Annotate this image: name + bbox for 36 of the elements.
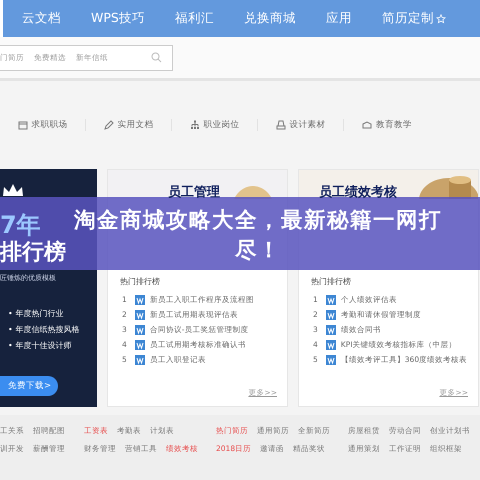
- card-heading: 员工绩效考核: [319, 184, 397, 202]
- document-icon: [326, 324, 336, 334]
- crown-icon: [2, 182, 24, 197]
- banner-bullet: • 年度热门行业: [7, 308, 64, 320]
- pen-icon: [104, 120, 114, 130]
- document-icon: [134, 354, 145, 364]
- nav-link[interactable]: 云文档: [7, 9, 76, 28]
- document-icon: [134, 340, 145, 350]
- list-title: 热门排行榜: [311, 276, 352, 288]
- nav-link[interactable]: WPS技巧: [76, 9, 160, 28]
- card-heading: 员工管理: [168, 184, 220, 202]
- stamp-icon: [276, 120, 286, 130]
- nav-link[interactable]: 福利汇: [160, 9, 229, 28]
- document-icon: [326, 340, 336, 350]
- document-icon: [134, 310, 145, 320]
- document-icon: [134, 294, 145, 304]
- nav-link[interactable]: 应用: [310, 9, 367, 28]
- nav-link[interactable]: 简历定制: [366, 9, 461, 28]
- hierarchy-icon: [190, 120, 200, 130]
- document-icon: [134, 324, 145, 334]
- category-link[interactable]: 职业岗位: [204, 118, 240, 132]
- headline: 淘金商城攻略大全，最新秘籍一网打尽！: [73, 207, 443, 265]
- banner-bullet: • 年度十佳设计师: [7, 340, 72, 352]
- banner-year: 7年: [0, 211, 41, 239]
- list-title: 热门排行榜: [120, 276, 161, 288]
- download-button[interactable]: 免费下载>: [0, 376, 58, 396]
- category-link[interactable]: 实用文档: [118, 118, 154, 132]
- document-icon: [326, 354, 336, 364]
- search-icon: [151, 52, 162, 63]
- nav-link[interactable]: 兑换商城: [228, 9, 311, 28]
- category-link[interactable]: 教育教学: [376, 118, 412, 132]
- category-link[interactable]: 求职职场: [32, 118, 68, 132]
- category-link[interactable]: 设计素材: [290, 118, 326, 132]
- document-icon: [326, 294, 336, 304]
- document-icon: [326, 310, 336, 320]
- banner-bullet: • 年度信纸热搜风格: [7, 324, 80, 336]
